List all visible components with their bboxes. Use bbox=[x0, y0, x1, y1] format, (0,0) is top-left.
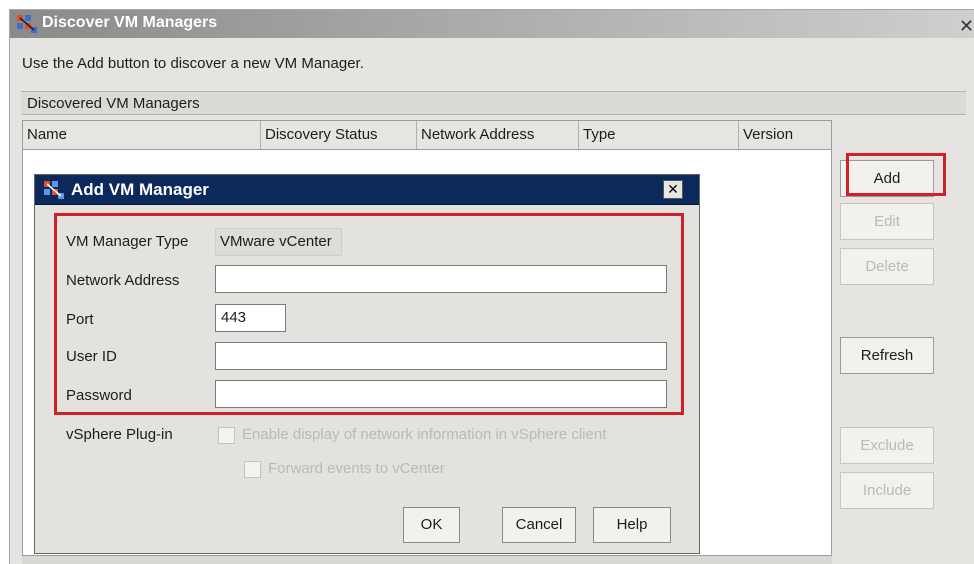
column-header-version[interactable]: Version bbox=[739, 121, 831, 149]
table-header-row: Name Discovery Status Network Address Ty… bbox=[23, 121, 831, 150]
delete-button[interactable]: Delete bbox=[840, 248, 934, 285]
port-label: Port bbox=[66, 311, 94, 328]
password-label: Password bbox=[66, 387, 132, 404]
cancel-button[interactable]: Cancel bbox=[502, 507, 576, 543]
help-button[interactable]: Help bbox=[593, 507, 671, 543]
vm-manager-icon bbox=[44, 181, 64, 199]
column-header-network-address[interactable]: Network Address bbox=[417, 121, 579, 149]
exclude-button[interactable]: Exclude bbox=[840, 427, 934, 464]
window-title-bar[interactable]: Discover VM Managers bbox=[10, 10, 974, 38]
password-field[interactable] bbox=[215, 380, 667, 408]
column-header-discovery-status[interactable]: Discovery Status bbox=[261, 121, 417, 149]
forward-events-label: Forward events to vCenter bbox=[268, 460, 445, 477]
port-field[interactable]: 443 bbox=[215, 304, 286, 332]
vm-manager-type-value: VMware vCenter bbox=[215, 228, 342, 256]
add-button-highlight bbox=[846, 153, 946, 196]
network-address-label: Network Address bbox=[66, 272, 180, 289]
dialog-title: Add VM Manager bbox=[71, 180, 209, 199]
user-id-field[interactable] bbox=[215, 342, 667, 370]
dialog-title-bar[interactable]: Add VM Manager ✕ bbox=[35, 175, 699, 205]
vm-manager-type-label: VM Manager Type bbox=[66, 233, 189, 250]
vm-manager-icon bbox=[17, 15, 37, 33]
column-header-type[interactable]: Type bbox=[579, 121, 739, 149]
discovered-vm-managers-label: Discovered VM Managers bbox=[21, 91, 966, 115]
enable-network-info-label: Enable display of network information in… bbox=[242, 426, 607, 443]
ok-button[interactable]: OK bbox=[403, 507, 460, 543]
network-address-field[interactable] bbox=[215, 265, 667, 293]
enable-network-info-checkbox[interactable] bbox=[218, 427, 235, 444]
window-close-icon[interactable]: ✕ bbox=[959, 16, 974, 37]
edit-button[interactable]: Edit bbox=[840, 203, 934, 240]
vsphere-plugin-label: vSphere Plug-in bbox=[66, 426, 173, 443]
table-bottom-strip bbox=[22, 556, 832, 564]
window-title: Discover VM Managers bbox=[42, 14, 218, 31]
dialog-close-icon[interactable]: ✕ bbox=[663, 180, 683, 199]
forward-events-checkbox[interactable] bbox=[244, 461, 261, 478]
instruction-text: Use the Add button to discover a new VM … bbox=[22, 55, 364, 72]
user-id-label: User ID bbox=[66, 348, 117, 365]
column-header-name[interactable]: Name bbox=[23, 121, 261, 149]
refresh-button[interactable]: Refresh bbox=[840, 337, 934, 374]
include-button[interactable]: Include bbox=[840, 472, 934, 509]
